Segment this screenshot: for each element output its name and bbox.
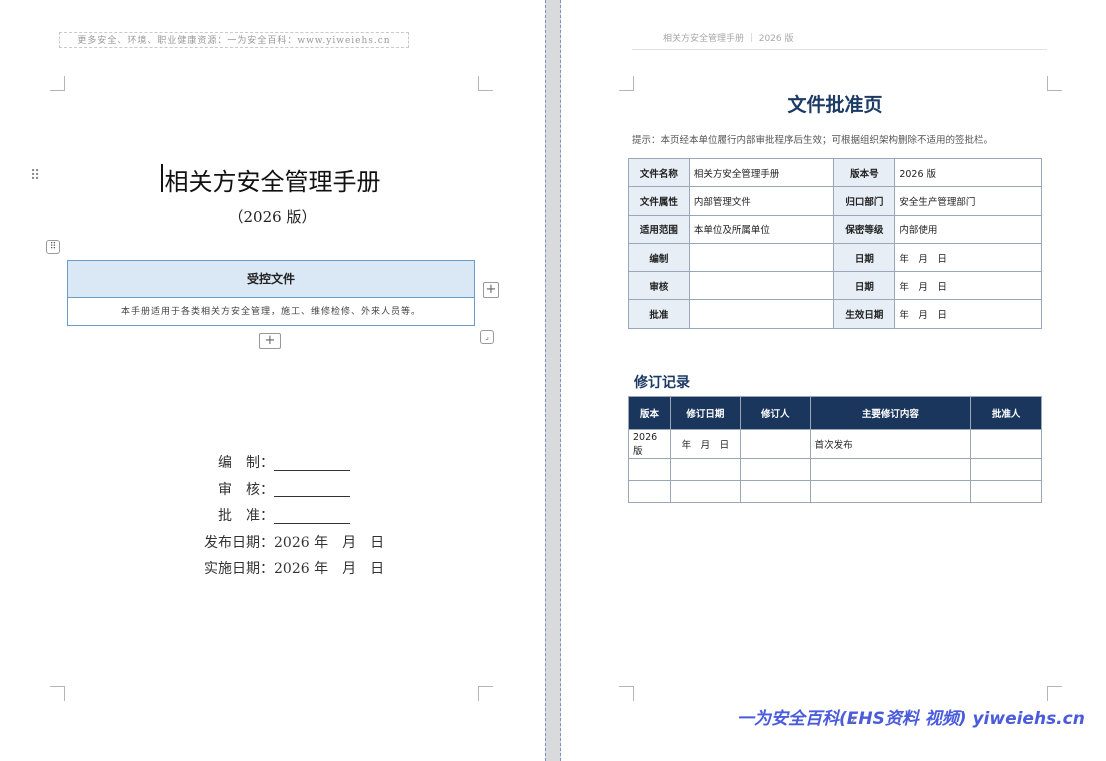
approval-value-cell[interactable]: 2026 版 [894, 157, 1042, 188]
sign-row-effective-date: 实施日期：2026 年 月 日 [204, 561, 385, 577]
effective-date-value[interactable]: 2026 年 月 日 [274, 561, 384, 577]
revision-cell[interactable]: 年 月 日 [669, 429, 741, 459]
table-resize-handle-icon[interactable]: ⌟ [480, 330, 494, 344]
approval-label-cell[interactable]: 批准 [628, 299, 690, 329]
approval-label-cell[interactable]: 保密等级 [833, 214, 896, 244]
approval-row: 批准 生效日期年 月 日 [628, 299, 1042, 329]
approval-label-cell[interactable]: 归口部门 [833, 186, 896, 216]
approval-row: 适用范围 本单位及所属单位 保密等级 内部使用 [628, 214, 1042, 244]
signature-line[interactable] [274, 456, 350, 471]
approval-label-cell[interactable]: 适用范围 [628, 214, 690, 244]
approval-row: 编制 日期年 月 日 [628, 242, 1042, 273]
approval-value-cell[interactable]: 安全生产管理部门 [894, 186, 1042, 216]
approval-label-cell[interactable]: 生效日期 [833, 299, 896, 329]
controlled-document-table[interactable]: 受控文件 本手册适用于各类相关方安全管理，施工、维修检修、外来人员等。 [67, 260, 475, 326]
approval-label-cell[interactable]: 日期 [833, 271, 896, 301]
document-title[interactable]: 相关方安全管理手册 [0, 162, 545, 197]
revision-cell[interactable] [809, 458, 972, 481]
approval-label-cell[interactable]: 版本号 [833, 157, 896, 188]
margin-corner [1047, 76, 1062, 91]
approval-value-cell[interactable]: 内部管理文件 [688, 186, 835, 216]
revision-cell[interactable]: 2026 版 [628, 429, 671, 459]
signature-block: 编 制： 审 核： 批 准： 发布日期：2026 年 月 日 实施日期：2026… [190, 450, 430, 583]
revision-cell[interactable] [739, 480, 811, 503]
controlled-document-note: 本手册适用于各类相关方安全管理，施工、维修检修、外来人员等。 [120, 307, 421, 317]
approval-value-cell[interactable]: 年 月 日 [894, 299, 1042, 329]
revision-cell[interactable]: 首次发布 [809, 429, 972, 459]
approval-row: 文件属性 内部管理文件 归口部门 安全生产管理部门 [628, 186, 1042, 216]
revision-cell[interactable] [970, 458, 1042, 481]
margin-corner [50, 686, 65, 701]
page-header[interactable]: 相关方安全管理手册 ｜ 2026 版 [632, 32, 1047, 50]
approval-value-cell[interactable]: 相关方安全管理手册 [688, 157, 835, 188]
add-row-button[interactable]: + [259, 333, 281, 349]
approval-value-cell[interactable]: 本单位及所属单位 [688, 214, 835, 244]
revision-table[interactable]: 版本 修订日期 修订人 主要修订内容 批准人 2026 版年 月 日 首次发布 [628, 396, 1042, 503]
approval-label-cell[interactable]: 文件名称 [628, 157, 690, 188]
approval-value-cell[interactable]: 年 月 日 [894, 242, 1042, 273]
approval-value-cell[interactable] [688, 299, 835, 329]
approval-label-cell[interactable]: 文件属性 [628, 186, 690, 216]
revision-cell[interactable] [970, 480, 1042, 503]
revision-row [628, 458, 1042, 481]
approval-value-cell[interactable]: 内部使用 [894, 214, 1042, 244]
margin-corner [619, 76, 634, 91]
page-gutter [545, 0, 561, 761]
revision-header-cell[interactable]: 主要修订内容 [809, 396, 972, 430]
revision-cell[interactable] [628, 480, 671, 503]
text-cursor [161, 164, 163, 192]
watermark: 一为安全百科(EHS资料 视频) yiweiehs.cn [737, 709, 1085, 729]
page-number: 2 [850, 716, 856, 726]
signature-line[interactable] [274, 482, 350, 497]
sign-row-compile: 编 制： [190, 450, 430, 477]
revision-cell[interactable] [970, 429, 1042, 459]
revision-cell[interactable] [628, 458, 671, 481]
page-right: 相关方安全管理手册 ｜ 2026 版 文件批准页 提示：本页经本单位履行内部审批… [561, 0, 1106, 761]
approval-tip[interactable]: 提示：本页经本单位履行内部审批程序后生效；可根据组织架构删除不适用的签批栏。 [632, 132, 993, 146]
approval-label-cell[interactable]: 编制 [628, 242, 690, 273]
approval-row: 文件名称 相关方安全管理手册 版本号 2026 版 [628, 157, 1042, 188]
page-left: 更多安全、环境、职业健康资源：一为安全百科：www.yiweiehs.cn ⠿ … [0, 0, 545, 761]
margin-corner [478, 76, 493, 91]
signature-line[interactable] [274, 509, 350, 524]
approval-page-title[interactable]: 文件批准页 [628, 90, 1042, 117]
revision-cell[interactable] [669, 458, 741, 481]
table-move-handle-icon[interactable]: ⠿ [46, 240, 60, 254]
revision-header-cell[interactable]: 批准人 [970, 396, 1042, 430]
sign-row-review: 审 核： [190, 477, 430, 504]
revision-record-title[interactable]: 修订记录 [634, 372, 690, 392]
approval-value-cell[interactable]: 年 月 日 [894, 271, 1042, 301]
document-subtitle[interactable]: （2026 版） [0, 206, 545, 227]
revision-cell[interactable] [809, 480, 972, 503]
revision-header-cell[interactable]: 修订日期 [669, 396, 741, 430]
approval-value-cell[interactable] [688, 271, 835, 301]
margin-corner [478, 686, 493, 701]
approval-row: 审核 日期年 月 日 [628, 271, 1042, 301]
revision-cell[interactable] [739, 458, 811, 481]
revision-cell[interactable] [669, 480, 741, 503]
controlled-document-heading: 受控文件 [68, 261, 474, 298]
sign-row-approve: 批 准： [190, 503, 430, 530]
revision-row [628, 480, 1042, 503]
approval-table[interactable]: 文件名称 相关方安全管理手册 版本号 2026 版文件属性 内部管理文件 归口部门 安全生产… [628, 157, 1042, 329]
revision-row: 2026 版年 月 日 首次发布 [628, 429, 1042, 459]
page-header[interactable]: 更多安全、环境、职业健康资源：一为安全百科：www.yiweiehs.cn [59, 32, 409, 48]
revision-header-cell[interactable]: 修订人 [739, 396, 811, 430]
margin-corner [619, 686, 634, 701]
margin-corner [50, 76, 65, 91]
margin-corner [1047, 686, 1062, 701]
approval-label-cell[interactable]: 审核 [628, 271, 690, 301]
revision-cell[interactable] [739, 429, 811, 459]
add-column-button[interactable]: + [483, 282, 499, 298]
sign-row-publish-date: 发布日期：2026 年 月 日 [204, 534, 385, 551]
approval-label-cell[interactable]: 日期 [833, 242, 896, 273]
approval-value-cell[interactable] [688, 242, 835, 273]
publish-date-value[interactable]: 2026 年 月 日 [274, 535, 384, 551]
revision-header-cell[interactable]: 版本 [628, 396, 671, 430]
